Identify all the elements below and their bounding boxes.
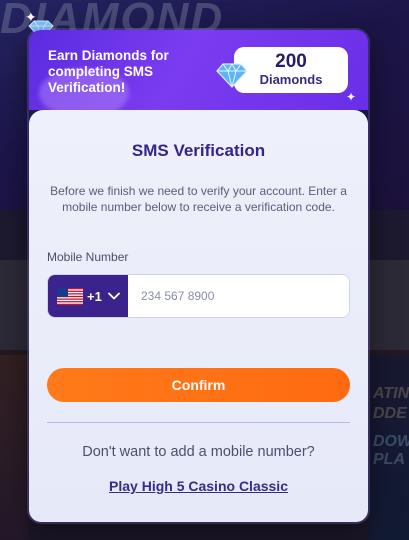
play-classic-link[interactable]: Play High 5 Casino Classic xyxy=(29,478,368,494)
verification-panel: SMS Verification Before we finish we nee… xyxy=(29,110,368,522)
skip-question: Don't want to add a mobile number? xyxy=(82,444,315,460)
us-flag-icon xyxy=(57,287,83,305)
country-code-select[interactable]: +1 xyxy=(48,275,128,317)
country-dial-code: +1 xyxy=(87,288,102,304)
diamond-reward-badge: 200 Diamonds xyxy=(234,47,348,93)
sms-verification-modal: Earn Diamonds for completing SMS Verific… xyxy=(29,30,368,522)
diamond-icon xyxy=(216,63,248,88)
banner-text: Earn Diamonds for completing SMS Verific… xyxy=(48,48,169,95)
modal-title: SMS Verification xyxy=(131,141,266,160)
divider xyxy=(47,422,350,423)
reward-banner: Earn Diamonds for completing SMS Verific… xyxy=(29,30,368,118)
chevron-down-icon xyxy=(107,292,120,300)
modal-description: Before we finish we need to verify your … xyxy=(50,184,347,214)
phone-field-group: +1 xyxy=(47,274,350,318)
mobile-number-input[interactable] xyxy=(128,275,349,317)
sparkle-icon: ✦ xyxy=(25,9,37,25)
diamond-count: 200 xyxy=(275,51,307,72)
sparkle-icon: ✦ xyxy=(346,90,357,104)
mobile-number-label: Mobile Number xyxy=(47,250,129,264)
diamond-label: Diamonds xyxy=(259,72,323,87)
confirm-button[interactable]: Confirm xyxy=(47,368,350,402)
